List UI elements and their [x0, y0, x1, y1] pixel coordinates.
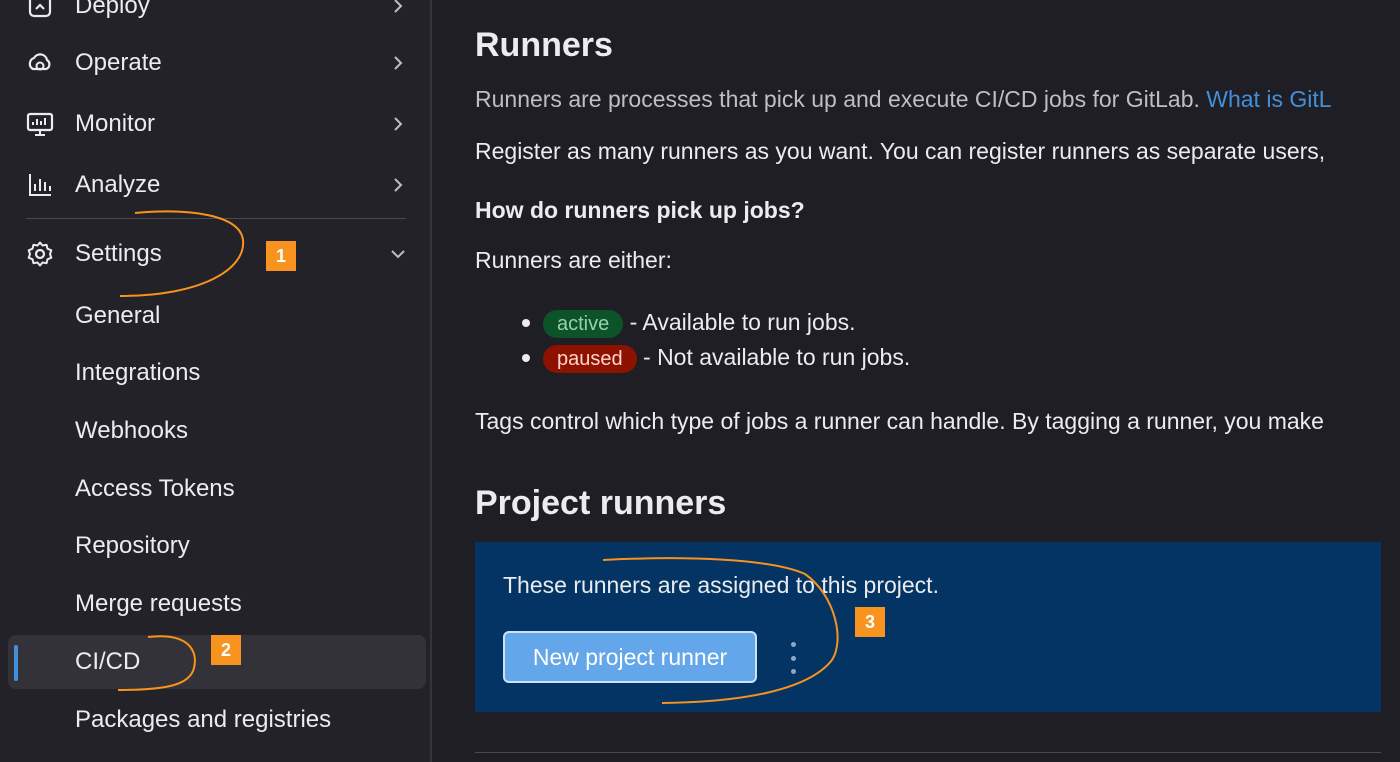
paused-badge: paused	[543, 345, 637, 373]
sidebar-item-label: Monitor	[75, 110, 156, 137]
bullet	[522, 354, 530, 362]
bar-chart-icon	[26, 171, 54, 199]
annotation-badge-1: 1	[266, 241, 296, 271]
gear-icon	[26, 240, 54, 268]
deploy-icon	[26, 0, 54, 20]
sidebar-divider	[26, 218, 406, 219]
sidebar-item-label: Operate	[75, 49, 162, 76]
active-indicator	[14, 645, 18, 681]
sidebar-subitem-label: Merge requests	[75, 590, 242, 617]
sidebar-subitem-label: Webhooks	[75, 417, 188, 444]
bullet	[522, 319, 530, 327]
monitor-icon	[26, 110, 54, 138]
project-runners-description: These runners are assigned to this proje…	[503, 572, 939, 598]
intro-description: Runners are processes that pick up and e…	[475, 86, 1200, 112]
sidebar-item-settings[interactable]: Settings	[0, 226, 432, 282]
sidebar-subitem-label: Repository	[75, 532, 190, 559]
state-active-item: active - Available to run jobs.	[543, 309, 856, 338]
sidebar-subitem-general[interactable]: General	[8, 289, 426, 343]
sidebar-subitem-label: General	[75, 302, 161, 329]
section-divider	[475, 752, 1381, 753]
project-runners-panel: These runners are assigned to this proje…	[475, 542, 1381, 712]
sidebar-subitem-label: Access Tokens	[75, 475, 235, 502]
sidebar-item-label: Analyze	[75, 171, 161, 198]
annotation-badge-2: 2	[211, 635, 241, 665]
sidebar-item-deploy[interactable]: Deploy	[0, 0, 432, 34]
project-runners-title: Project runners	[475, 484, 727, 522]
sidebar-subitem-merge-requests[interactable]: Merge requests	[8, 577, 426, 631]
sidebar-item-operate[interactable]: Operate	[0, 35, 432, 91]
sidebar-item-label: Deploy	[75, 0, 150, 19]
annotation-badge-3: 3	[855, 607, 885, 637]
sidebar-subitem-label: Packages and registries	[75, 706, 332, 733]
state-paused-item: paused - Not available to run jobs.	[543, 344, 910, 373]
state-active-desc: - Available to run jobs.	[629, 309, 856, 335]
sidebar-subitem-access-tokens[interactable]: Access Tokens	[8, 462, 426, 516]
chevron-right-icon	[388, 53, 408, 73]
chevron-down-icon	[388, 244, 408, 264]
kebab-menu-icon[interactable]	[785, 642, 801, 674]
chevron-right-icon	[388, 114, 408, 134]
state-paused-desc: - Not available to run jobs.	[643, 344, 911, 370]
register-text: Register as many runners as you want. Yo…	[475, 138, 1326, 164]
active-badge: active	[543, 310, 624, 338]
chevron-right-icon	[388, 175, 408, 195]
page-title: Runners	[475, 26, 613, 64]
runners-either-text: Runners are either:	[475, 247, 672, 273]
main-content: Runners Runners are processes that pick …	[434, 0, 1400, 762]
sidebar-subitem-label: CI/CD	[75, 648, 141, 675]
runners-question-heading: How do runners pick up jobs?	[475, 197, 805, 223]
sidebar-subitem-integrations[interactable]: Integrations	[8, 346, 426, 400]
sidebar-subitem-label: Integrations	[75, 359, 201, 386]
chevron-right-icon	[388, 0, 408, 16]
tags-text: Tags control which type of jobs a runner…	[475, 408, 1324, 434]
what-is-gitlab-runner-link[interactable]: What is GitL	[1206, 86, 1331, 112]
sidebar-item-monitor[interactable]: Monitor	[0, 96, 432, 152]
intro-text: Runners are processes that pick up and e…	[475, 86, 1332, 113]
new-project-runner-button[interactable]: New project runner	[503, 631, 757, 683]
sidebar-item-analyze[interactable]: Analyze	[0, 157, 432, 213]
sidebar-subitem-packages-and-registries[interactable]: Packages and registries	[8, 693, 426, 747]
cloud-gear-icon	[26, 49, 54, 77]
sidebar-subitem-repository[interactable]: Repository	[8, 519, 426, 573]
sidebar-item-label: Settings	[75, 240, 162, 267]
sidebar-subitem-webhooks[interactable]: Webhooks	[8, 404, 426, 458]
